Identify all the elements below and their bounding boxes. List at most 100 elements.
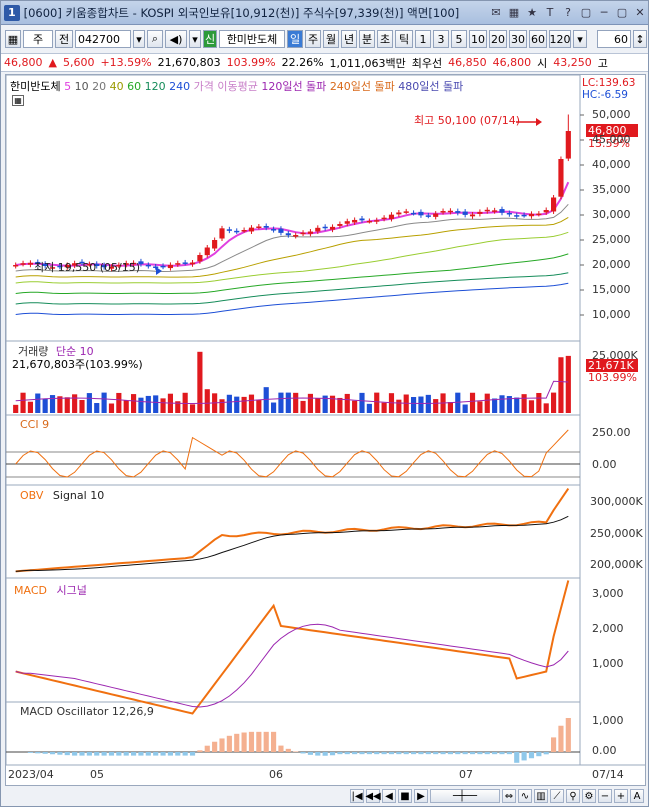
osc-bar — [248, 731, 255, 752]
period-day[interactable]: 일 — [287, 30, 303, 48]
volume-last-pct: 103.99% — [588, 371, 637, 384]
spinner-icon[interactable]: ↕ — [633, 30, 647, 48]
price-y-tick: 50,000 — [592, 108, 631, 121]
ma-title: 가격 이동평균 — [193, 80, 258, 93]
candle-body — [285, 233, 291, 236]
table-icon[interactable]: ▦ — [12, 95, 24, 106]
prev-button[interactable]: 전 — [55, 30, 73, 48]
layout-icon[interactable]: ▦ — [506, 5, 522, 21]
interval-60[interactable]: 60 — [529, 30, 547, 48]
market-select[interactable]: 주 — [23, 30, 53, 48]
interval-5[interactable]: 5 — [451, 30, 467, 48]
trade-amount: 1,011,063백만 — [329, 56, 406, 70]
macd-title: MACD 시그널 — [14, 584, 87, 597]
best-bid: 46,800 — [492, 56, 532, 69]
help-icon[interactable]: ? — [560, 5, 576, 21]
text-icon[interactable]: T — [542, 5, 558, 21]
osc-bar — [278, 745, 284, 752]
volume-bar — [425, 394, 431, 413]
ma120-label: 120 — [144, 80, 166, 93]
candle-body — [381, 217, 387, 220]
x-label-07: 07 — [459, 768, 473, 781]
chart-type-icon[interactable]: ∿ — [518, 789, 532, 803]
dropdown-icon[interactable]: ▾ — [189, 30, 201, 48]
interval-3[interactable]: 3 — [433, 30, 449, 48]
volume-value: 21,670,803 — [157, 56, 221, 69]
osc-bar — [64, 752, 70, 756]
mail-icon[interactable]: ✉ — [488, 5, 504, 21]
break-120-label: 120일선 돌파 — [261, 80, 327, 93]
volume-bar — [241, 396, 247, 413]
period-minute[interactable]: 분 — [359, 30, 375, 48]
volume-bar — [86, 393, 92, 413]
price-y-tick: 30,000 — [592, 208, 631, 221]
osc-bar — [131, 752, 137, 756]
macd-signal-line — [15, 623, 569, 708]
candle-body — [514, 215, 520, 217]
interval-10[interactable]: 10 — [469, 30, 487, 48]
x-label-05: 05 — [90, 768, 104, 781]
osc-bar — [492, 752, 498, 755]
osc-bar — [366, 752, 372, 755]
osc-bar — [197, 750, 203, 752]
osc-bar — [521, 752, 527, 761]
scroll-start-icon[interactable]: |◀ — [350, 789, 364, 803]
osc-bar — [72, 752, 78, 756]
search-icon[interactable]: ⌕ — [147, 30, 163, 48]
stop-icon[interactable]: ■ — [398, 789, 412, 803]
candle-body — [543, 210, 549, 213]
zoom-icon[interactable]: ⚲ — [566, 789, 580, 803]
line-icon[interactable]: ⟋ — [550, 789, 564, 803]
restore-icon[interactable]: ▢ — [578, 5, 594, 21]
count-input[interactable]: 60 — [597, 30, 631, 48]
close-icon[interactable]: ✕ — [632, 5, 648, 21]
code-input[interactable]: 042700 — [75, 30, 131, 48]
period-second[interactable]: 초 — [377, 30, 393, 48]
candle-body — [13, 265, 19, 267]
favorite-icon[interactable]: ★ — [524, 5, 540, 21]
chart-svg[interactable] — [6, 75, 645, 785]
bottom-toolbar: |◀ ◀◀ ◀ ■ ▶ ─┼── ⇔ ∿ ▥ ⟋ ⚲ ⚙ − + A — [1, 786, 648, 806]
osc-bar — [322, 752, 328, 756]
volume-bar — [182, 392, 188, 413]
candle-body — [212, 240, 218, 249]
interval-30[interactable]: 30 — [509, 30, 527, 48]
period-tick[interactable]: 틱 — [395, 30, 413, 48]
speaker-icon[interactable]: ◀) — [165, 30, 187, 48]
osc-bar — [300, 752, 306, 754]
dropdown-icon[interactable]: ▾ — [573, 30, 587, 48]
candle-body — [403, 211, 409, 213]
chart-area[interactable]: 한미반도체 5 10 20 40 60 120 240 가격 이동평균 120일… — [5, 74, 646, 786]
interval-20[interactable]: 20 — [489, 30, 507, 48]
period-week[interactable]: 주 — [305, 30, 321, 48]
back-icon[interactable]: ◀ — [382, 789, 396, 803]
period-year[interactable]: 년 — [341, 30, 357, 48]
forward-icon[interactable]: ▶ — [414, 789, 428, 803]
osc-bar — [241, 732, 247, 752]
osc-bar — [204, 745, 210, 752]
plus-icon[interactable]: + — [614, 789, 628, 803]
rewind-icon[interactable]: ◀◀ — [365, 789, 381, 803]
osc-bar — [116, 752, 122, 756]
candle-body — [329, 226, 336, 230]
interval-120[interactable]: 120 — [549, 30, 571, 48]
slider-icon[interactable]: ─┼── — [430, 789, 500, 803]
period-month[interactable]: 월 — [323, 30, 339, 48]
minus-icon[interactable]: − — [598, 789, 612, 803]
volume-bar — [293, 392, 299, 413]
maximize-icon[interactable]: ▢ — [614, 5, 630, 21]
cci-line — [15, 429, 569, 478]
osc-bar — [285, 748, 291, 752]
fit-icon[interactable]: ⇔ — [502, 789, 516, 803]
text-a-icon[interactable]: A — [630, 789, 644, 803]
volume-bar — [35, 393, 41, 413]
settings-icon[interactable]: ⚙ — [582, 789, 596, 803]
osc-bar — [381, 752, 387, 755]
minimize-icon[interactable]: ─ — [596, 5, 612, 21]
dropdown-icon[interactable]: ▾ — [133, 30, 145, 48]
grid-icon[interactable]: ▦ — [5, 30, 21, 48]
interval-1[interactable]: 1 — [415, 30, 431, 48]
candle-icon[interactable]: ▥ — [534, 789, 548, 803]
candle-body — [182, 262, 188, 264]
volume-bar — [521, 394, 527, 413]
